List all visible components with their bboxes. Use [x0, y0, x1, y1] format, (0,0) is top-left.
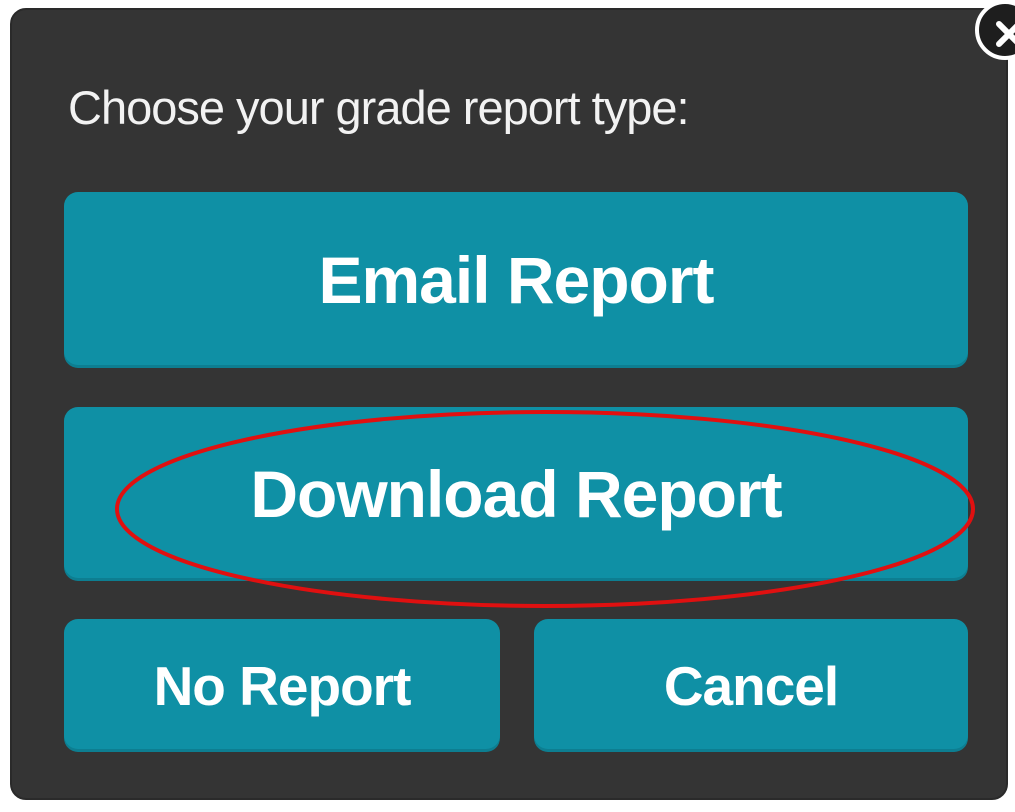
no-report-button[interactable]: No Report	[64, 619, 500, 752]
download-report-button[interactable]: Download Report	[64, 407, 968, 581]
email-report-button[interactable]: Email Report	[64, 192, 968, 368]
dialog-prompt: Choose your grade report type:	[68, 81, 690, 134]
cancel-button[interactable]: Cancel	[534, 619, 968, 752]
close-x-glyph	[996, 21, 1015, 47]
grade-report-dialog: Choose your grade report type: Email Rep…	[10, 8, 1008, 800]
